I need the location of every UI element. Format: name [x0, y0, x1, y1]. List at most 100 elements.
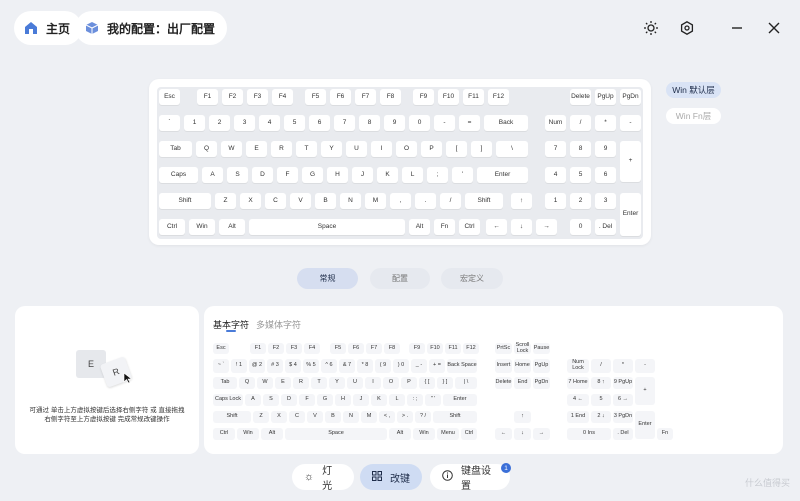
- virtual-key-sym[interactable]: ←: [486, 219, 507, 235]
- char-key-f[interactable]: F: [299, 394, 315, 406]
- char-key-del[interactable]: . Del: [613, 428, 633, 440]
- char-key-f8[interactable]: F8: [384, 343, 400, 354]
- char-key-f11[interactable]: F11: [445, 343, 461, 354]
- char-key-3-pgdn[interactable]: 3 PgDn: [613, 411, 633, 423]
- virtual-key-0[interactable]: 0: [409, 115, 430, 131]
- char-key-ctrl[interactable]: Ctrl: [461, 428, 477, 440]
- char-key-e[interactable]: E: [275, 377, 291, 389]
- char-key-1-end[interactable]: 1 End: [567, 411, 589, 423]
- char-key-esc[interactable]: Esc: [213, 343, 229, 354]
- char-key-z[interactable]: Z: [253, 411, 269, 423]
- char-key-w[interactable]: W: [257, 377, 273, 389]
- minimize-icon[interactable]: [726, 17, 748, 39]
- virtual-key-3[interactable]: 3: [234, 115, 255, 131]
- virtual-key-q[interactable]: Q: [196, 141, 217, 157]
- virtual-key-sym[interactable]: ↑: [511, 193, 532, 209]
- virtual-key-f2[interactable]: F2: [222, 89, 243, 105]
- virtual-key-c[interactable]: C: [265, 193, 286, 209]
- char-key-f10[interactable]: F10: [427, 343, 443, 354]
- virtual-key-f5[interactable]: F5: [305, 89, 326, 105]
- char-key-sym[interactable]: ↓: [514, 428, 531, 440]
- char-key-pgdn[interactable]: PgDn: [533, 377, 550, 389]
- virtual-key-shift[interactable]: Shift: [159, 193, 211, 209]
- config-selector[interactable]: 我的配置：出厂配置: [75, 11, 228, 45]
- char-key-insert[interactable]: Insert: [495, 359, 512, 373]
- char-key-4[interactable]: $ 4: [285, 359, 301, 373]
- char-key-enter[interactable]: Enter: [635, 411, 655, 439]
- settings-icon[interactable]: [676, 17, 698, 39]
- home-button[interactable]: 主页: [14, 11, 83, 45]
- char-key-sym[interactable]: : ;: [407, 394, 423, 406]
- char-key-f3[interactable]: F3: [286, 343, 302, 354]
- virtual-key-t[interactable]: T: [296, 141, 317, 157]
- virtual-key-k[interactable]: K: [377, 167, 398, 183]
- char-key-5[interactable]: 5: [591, 394, 611, 406]
- virtual-key-sym[interactable]: -: [620, 115, 641, 131]
- virtual-key-h[interactable]: H: [327, 167, 348, 183]
- virtual-key-esc[interactable]: Esc: [159, 89, 180, 105]
- virtual-key-ctrl[interactable]: Ctrl: [459, 219, 480, 235]
- layer-win-fn[interactable]: Win Fn层: [666, 108, 721, 124]
- char-key-c[interactable]: C: [289, 411, 305, 423]
- virtual-key-sym[interactable]: =: [459, 115, 480, 131]
- virtual-key-alt[interactable]: Alt: [219, 219, 245, 235]
- char-key-2[interactable]: @ 2: [249, 359, 265, 373]
- char-key-caps-lock[interactable]: Caps Lock: [213, 394, 243, 406]
- char-key-6[interactable]: 6 →: [613, 394, 633, 406]
- virtual-key-sym[interactable]: /: [570, 115, 591, 131]
- virtual-key-i[interactable]: I: [371, 141, 392, 157]
- virtual-key-tab[interactable]: Tab: [159, 141, 192, 157]
- char-key-q[interactable]: Q: [239, 377, 255, 389]
- char-key-g[interactable]: G: [317, 394, 333, 406]
- virtual-key-sym[interactable]: ': [452, 167, 473, 183]
- virtual-key-delete[interactable]: Delete: [570, 89, 591, 105]
- char-key-home[interactable]: Home: [514, 359, 531, 373]
- char-key-t[interactable]: T: [311, 377, 327, 389]
- char-key-num-lock[interactable]: Num Lock: [567, 359, 589, 373]
- char-key-4[interactable]: 4 ←: [567, 394, 589, 406]
- char-key-n[interactable]: N: [343, 411, 359, 423]
- sun-icon[interactable]: [640, 17, 662, 39]
- char-key-s[interactable]: S: [263, 394, 279, 406]
- virtual-key-del[interactable]: . Del: [595, 219, 616, 235]
- virtual-key-v[interactable]: V: [290, 193, 311, 209]
- char-key-sym[interactable]: ~ `: [213, 359, 229, 373]
- char-key-sym[interactable]: ↑: [514, 411, 531, 423]
- char-key-sym[interactable]: -: [635, 359, 655, 373]
- char-key-8[interactable]: 8 ↑: [591, 377, 611, 389]
- char-key-y[interactable]: Y: [329, 377, 345, 389]
- char-key-0[interactable]: ) 0: [393, 359, 409, 373]
- virtual-key-sym[interactable]: \: [496, 141, 528, 157]
- char-key-r[interactable]: R: [293, 377, 309, 389]
- char-key-d[interactable]: D: [281, 394, 297, 406]
- char-key-9-pgup[interactable]: 9 PgUp: [613, 377, 633, 389]
- virtual-key-z[interactable]: Z: [215, 193, 236, 209]
- virtual-key-f7[interactable]: F7: [355, 89, 376, 105]
- virtual-key-num[interactable]: Num: [545, 115, 566, 131]
- virtual-key-sym[interactable]: +: [620, 141, 641, 182]
- virtual-key-e[interactable]: E: [246, 141, 267, 157]
- char-key-sym[interactable]: + =: [429, 359, 445, 373]
- virtual-key-p[interactable]: P: [421, 141, 442, 157]
- char-key-j[interactable]: J: [353, 394, 369, 406]
- char-key-7-home[interactable]: 7 Home: [567, 377, 589, 389]
- lighting-button[interactable]: ☼ 灯光: [292, 464, 354, 492]
- virtual-key-x[interactable]: X: [240, 193, 261, 209]
- virtual-key-sym[interactable]: /: [440, 193, 461, 209]
- virtual-key-space[interactable]: Space: [249, 219, 405, 235]
- char-key-fn[interactable]: Fn: [657, 428, 673, 440]
- char-key-f5[interactable]: F5: [330, 343, 346, 354]
- char-key-0-ins[interactable]: 0 Ins: [567, 428, 611, 440]
- char-key-v[interactable]: V: [307, 411, 323, 423]
- char-key-win[interactable]: Win: [413, 428, 435, 440]
- virtual-key-enter[interactable]: Enter: [620, 193, 641, 236]
- remap-button[interactable]: 改键: [360, 464, 422, 490]
- virtual-key-8[interactable]: 8: [359, 115, 380, 131]
- virtual-key-2[interactable]: 2: [570, 193, 591, 209]
- char-key-pgup[interactable]: PgUp: [533, 359, 550, 373]
- virtual-key-l[interactable]: L: [402, 167, 423, 183]
- char-key-b[interactable]: B: [325, 411, 341, 423]
- char-key-sym[interactable]: < ,: [379, 411, 395, 423]
- char-key-tab[interactable]: Tab: [213, 377, 237, 389]
- virtual-key-o[interactable]: O: [396, 141, 417, 157]
